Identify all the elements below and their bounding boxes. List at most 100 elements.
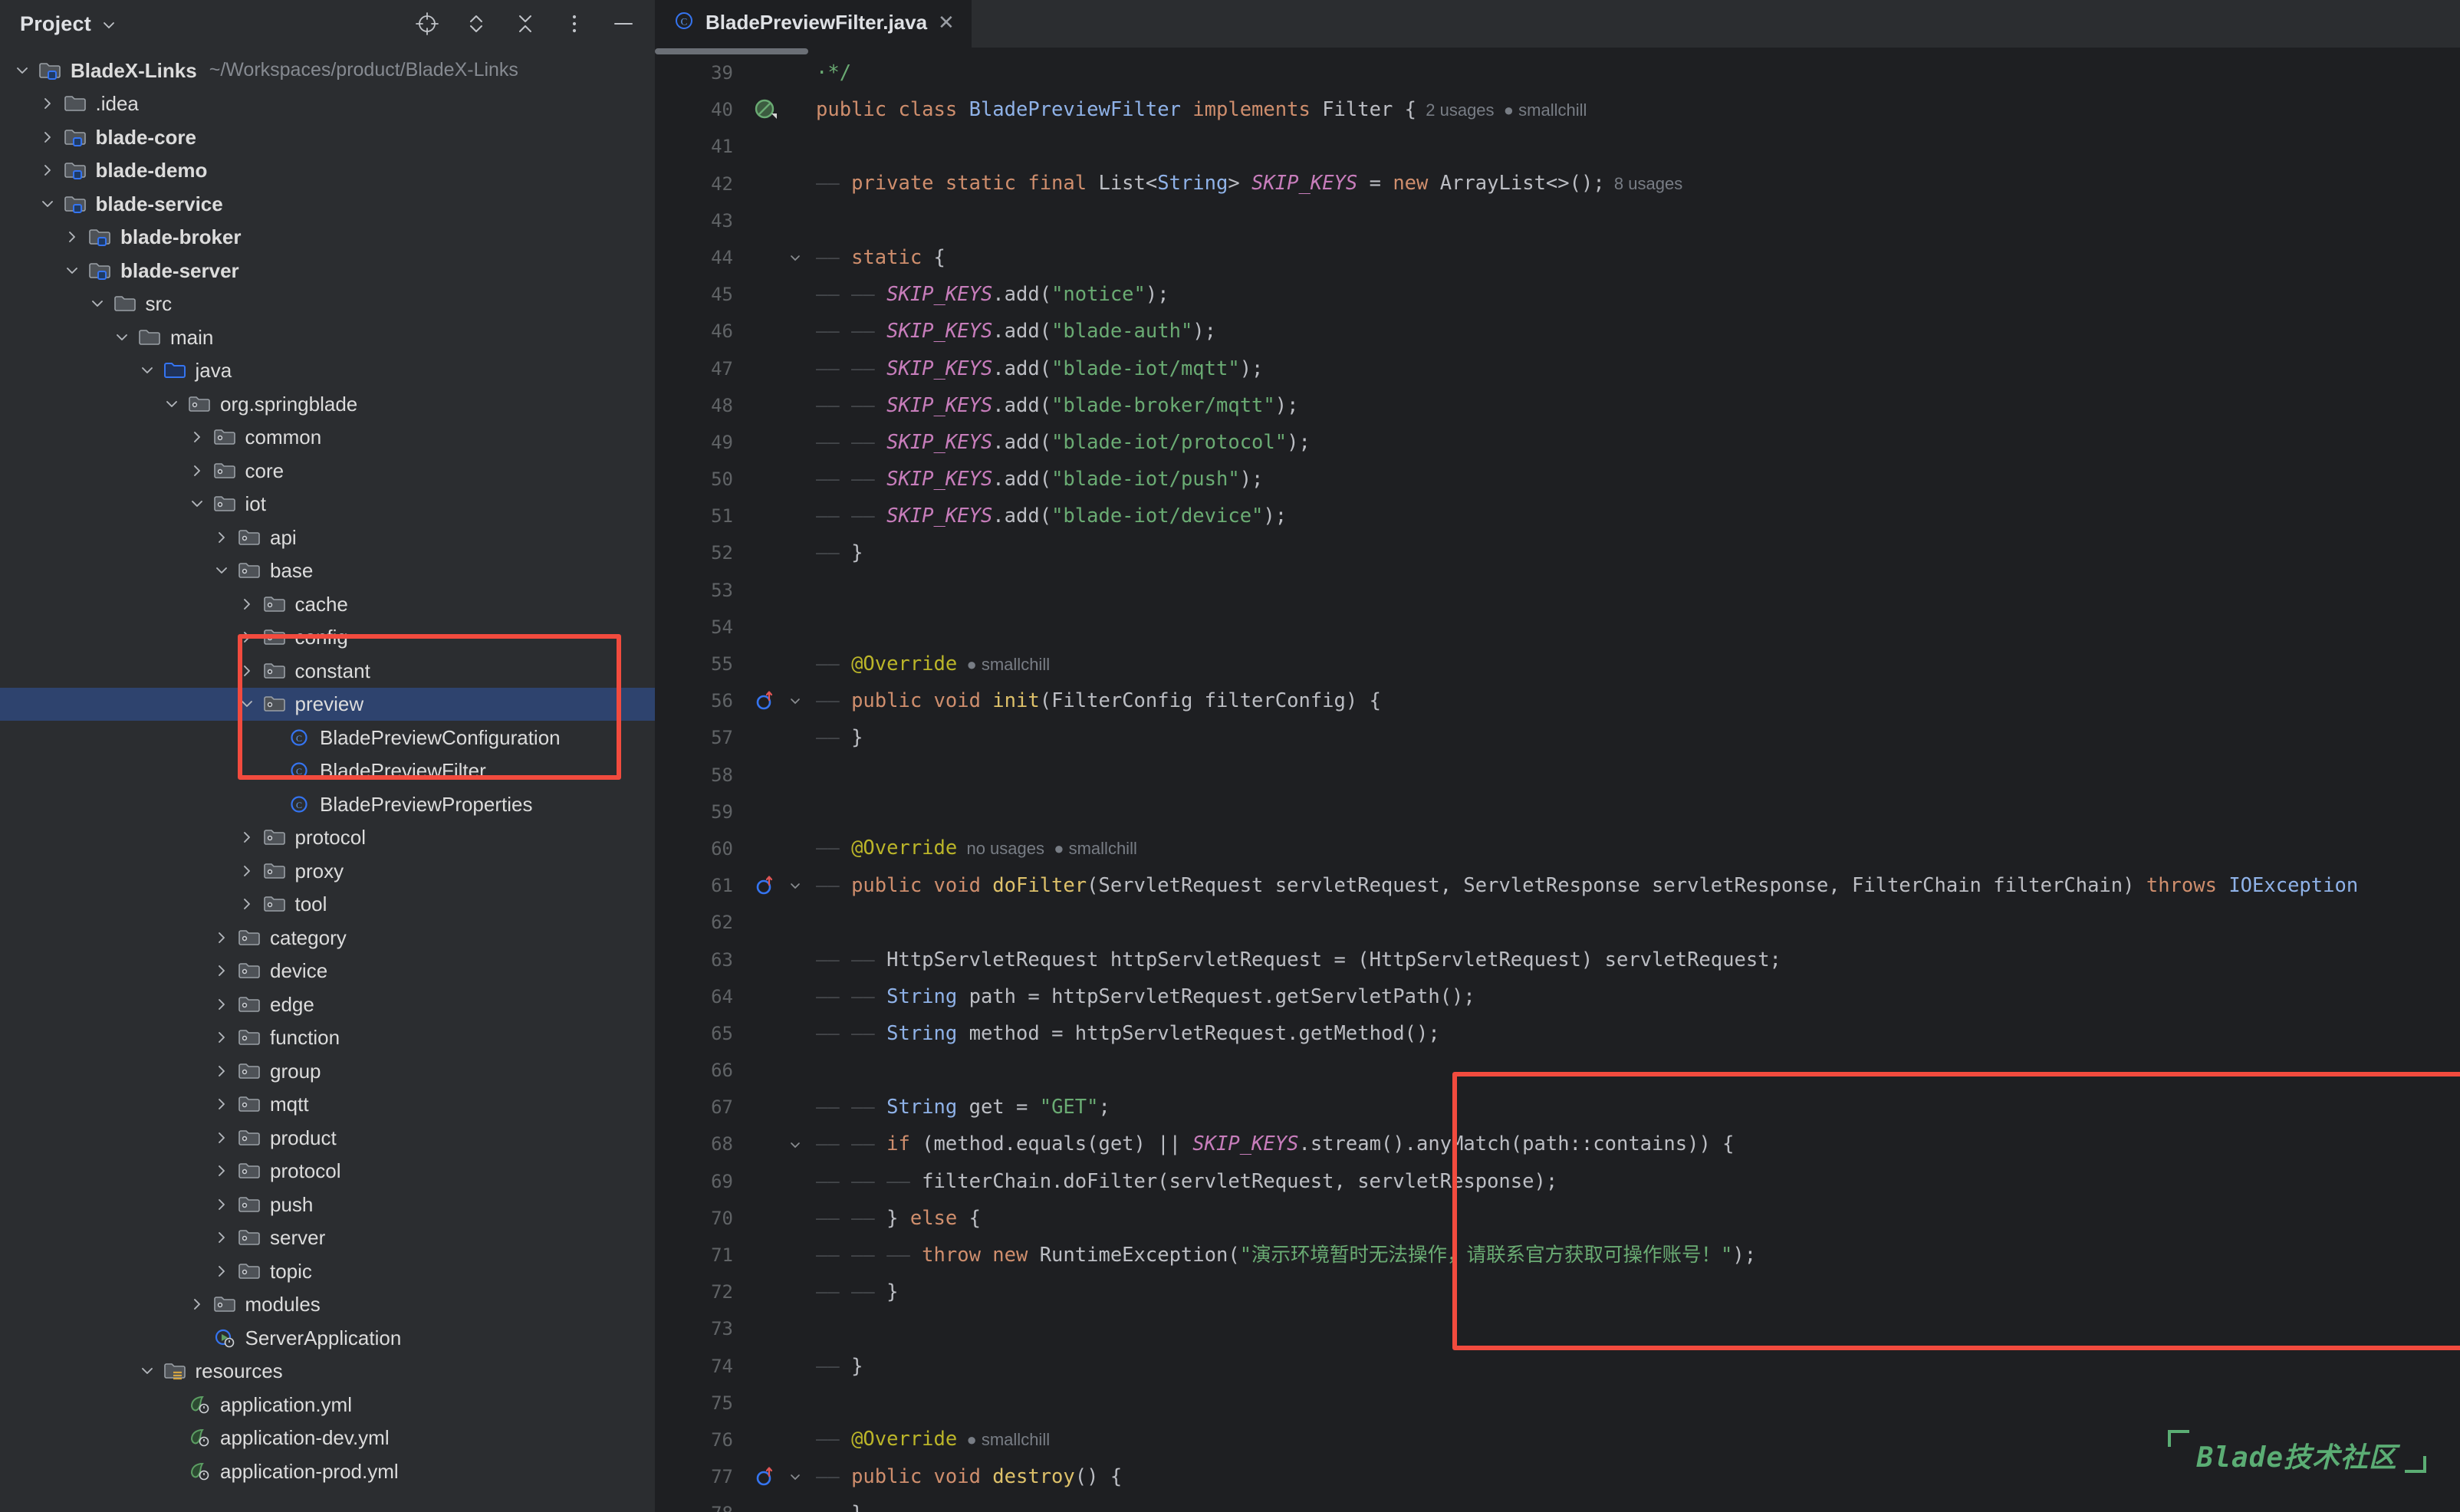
locate-icon[interactable]	[414, 11, 440, 37]
chevron-right-icon[interactable]	[210, 1226, 233, 1249]
tree-item-category[interactable]: category	[0, 921, 655, 955]
code-line[interactable]: 52 —— }	[655, 534, 2460, 571]
fold-chevron-icon[interactable]	[785, 1137, 805, 1152]
fold-chevron-icon[interactable]	[785, 1469, 805, 1484]
chevron-right-icon[interactable]	[210, 1126, 233, 1149]
code-line[interactable]: 66	[655, 1052, 2460, 1089]
code-line[interactable]: 45 —— —— SKIP_KEYS.add("notice");	[655, 276, 2460, 313]
tree-item-core[interactable]: core	[0, 454, 655, 488]
tree-item-product[interactable]: product	[0, 1121, 655, 1155]
chevron-right-icon[interactable]	[210, 959, 233, 982]
code-line[interactable]: 72 —— —— }	[655, 1274, 2460, 1310]
code-line[interactable]: 51 —— —— SKIP_KEYS.add("blade-iot/device"…	[655, 498, 2460, 534]
code-line[interactable]: 62	[655, 904, 2460, 941]
tree-item-server[interactable]: server	[0, 1221, 655, 1255]
override-gutter-icon[interactable]	[745, 1464, 785, 1490]
tree-item-protocol[interactable]: protocol	[0, 821, 655, 855]
chevron-right-icon[interactable]	[210, 1026, 233, 1049]
chevron-right-icon[interactable]	[36, 159, 59, 182]
chevron-right-icon[interactable]	[36, 126, 59, 149]
chevron-down-icon[interactable]	[36, 192, 59, 215]
code-line[interactable]: 44 —— static {	[655, 239, 2460, 276]
chevron-right-icon[interactable]	[210, 1093, 233, 1116]
code-line[interactable]: 73	[655, 1310, 2460, 1347]
tree-item-application-prod.yml[interactable]: application-prod.yml	[0, 1454, 655, 1488]
tree-item-src[interactable]: src	[0, 288, 655, 321]
chevron-right-icon[interactable]	[36, 92, 59, 115]
tree-item-proxy[interactable]: proxy	[0, 854, 655, 888]
code-line[interactable]: 43	[655, 202, 2460, 239]
tree-item-topic[interactable]: topic	[0, 1254, 655, 1288]
fold-chevron-icon[interactable]	[785, 693, 805, 708]
code-line[interactable]: 56 —— public void init(FilterConfig filte…	[655, 682, 2460, 719]
chevron-right-icon[interactable]	[235, 626, 258, 649]
more-options-icon[interactable]	[561, 11, 587, 37]
chevron-down-icon[interactable]	[86, 292, 109, 315]
collapse-all-icon[interactable]	[512, 11, 538, 37]
code-line[interactable]: 64 —— —— String path = httpServletRequest…	[655, 978, 2460, 1015]
tree-item-.idea[interactable]: .idea	[0, 87, 655, 121]
tree-item-mqtt[interactable]: mqtt	[0, 1088, 655, 1122]
chevron-down-icon[interactable]	[110, 326, 133, 349]
tree-item-push[interactable]: push	[0, 1188, 655, 1221]
chevron-down-icon[interactable]	[186, 492, 209, 515]
project-tree[interactable]: BladeX-Links ~/Workspaces/product/BladeX-…	[0, 48, 655, 1488]
tree-item-bladex-links[interactable]: BladeX-Links ~/Workspaces/product/BladeX-…	[0, 54, 655, 87]
code-line[interactable]: 47 —— —— SKIP_KEYS.add("blade-iot/mqtt");	[655, 350, 2460, 387]
code-line[interactable]: 70 —— —— } else {	[655, 1200, 2460, 1237]
code-line[interactable]: 39 ·*/	[655, 54, 2460, 91]
chevron-right-icon[interactable]	[210, 993, 233, 1016]
override-gutter-icon[interactable]	[745, 688, 785, 714]
scrollbar-thumb[interactable]	[655, 48, 808, 54]
tree-item-protocol[interactable]: protocol	[0, 1155, 655, 1188]
chevron-right-icon[interactable]	[186, 1293, 209, 1316]
chevron-right-icon[interactable]	[210, 1260, 233, 1283]
chevron-down-icon[interactable]	[136, 359, 159, 382]
code-line[interactable]: 61 —— public void doFilter(ServletRequest…	[655, 867, 2460, 904]
chevron-down-icon[interactable]	[101, 18, 117, 33]
tree-item-bladepreviewconfiguration[interactable]: C BladePreviewConfiguration	[0, 721, 655, 754]
code-line[interactable]: 75	[655, 1385, 2460, 1422]
chevron-down-icon[interactable]	[11, 59, 34, 82]
code-line[interactable]: 57 —— }	[655, 719, 2460, 756]
tree-item-cache[interactable]: cache	[0, 587, 655, 621]
chevron-right-icon[interactable]	[235, 860, 258, 883]
code-line[interactable]: 71 —— —— —— throw new RuntimeException("演…	[655, 1237, 2460, 1274]
tree-item-modules[interactable]: modules	[0, 1288, 655, 1322]
tree-item-blade-demo[interactable]: blade-demo	[0, 154, 655, 188]
fold-chevron-icon[interactable]	[785, 878, 805, 893]
chevron-down-icon[interactable]	[210, 559, 233, 582]
chevron-down-icon[interactable]	[61, 259, 84, 282]
chevron-right-icon[interactable]	[210, 926, 233, 949]
chevron-right-icon[interactable]	[210, 1193, 233, 1216]
tree-item-edge[interactable]: edge	[0, 988, 655, 1021]
chevron-down-icon[interactable]	[160, 393, 183, 416]
chevron-right-icon[interactable]	[235, 659, 258, 682]
close-icon[interactable]: ✕	[938, 11, 955, 35]
code-line[interactable]: 55 —— @Override ● smallchill	[655, 646, 2460, 682]
code-line[interactable]: 74 —— }	[655, 1348, 2460, 1385]
tree-item-bladepreviewproperties[interactable]: C BladePreviewProperties	[0, 787, 655, 821]
expand-collapse-icon[interactable]	[463, 11, 489, 37]
tree-item-bladepreviewfilter[interactable]: C BladePreviewFilter	[0, 754, 655, 788]
tree-item-constant[interactable]: constant	[0, 654, 655, 688]
chevron-right-icon[interactable]	[186, 426, 209, 449]
code-line[interactable]: 46 —— —— SKIP_KEYS.add("blade-auth");	[655, 313, 2460, 350]
override-gutter-icon[interactable]	[745, 873, 785, 899]
code-line[interactable]: 49 —— —— SKIP_KEYS.add("blade-iot/protoco…	[655, 424, 2460, 461]
tree-item-java[interactable]: java	[0, 354, 655, 388]
chevron-right-icon[interactable]	[186, 459, 209, 482]
code-line[interactable]: 53	[655, 572, 2460, 609]
code-line[interactable]: 69 —— —— —— filterChain.doFilter(servletR…	[655, 1163, 2460, 1200]
chevron-down-icon[interactable]	[235, 692, 258, 715]
code-line[interactable]: 41	[655, 128, 2460, 165]
code-line[interactable]: 58	[655, 757, 2460, 794]
code-line[interactable]: 65 —— —— String method = httpServletReque…	[655, 1015, 2460, 1052]
tree-item-blade-core[interactable]: blade-core	[0, 120, 655, 154]
code-line[interactable]: 59	[655, 794, 2460, 830]
code-line[interactable]: 67 —— —— String get = "GET";	[655, 1089, 2460, 1126]
tree-item-main[interactable]: main	[0, 320, 655, 354]
code-content[interactable]: 39 ·*/ 40 public class BladePreviewFilter i…	[655, 54, 2460, 1512]
chevron-right-icon[interactable]	[210, 1159, 233, 1182]
tree-item-blade-broker[interactable]: blade-broker	[0, 221, 655, 255]
